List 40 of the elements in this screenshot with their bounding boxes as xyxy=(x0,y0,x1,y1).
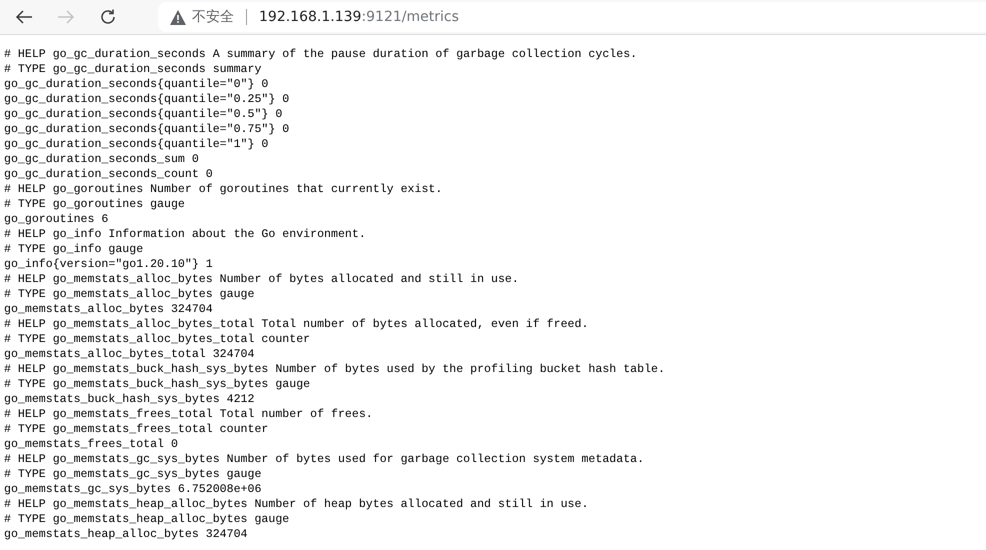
metric-line: go_memstats_heap_alloc_bytes 324704 xyxy=(4,527,249,542)
metric-line: go_gc_duration_seconds{quantile="1"} 0 xyxy=(4,137,270,152)
metric-line: go_gc_duration_seconds{quantile="0.75"} 0 xyxy=(4,122,290,137)
metric-line: # HELP go_info Information about the Go environment. xyxy=(4,227,367,242)
metric-line: go_gc_duration_seconds_count 0 xyxy=(4,167,214,182)
address-bar[interactable]: 不安全 192.168.1.139:9121/metrics xyxy=(158,2,986,32)
metric-line: # HELP go_memstats_buck_hash_sys_bytes Number of bytes used by the profiling bucket hash table. xyxy=(4,362,666,377)
metric-line: # HELP go_memstats_alloc_bytes Number of bytes allocated and still in use. xyxy=(4,272,520,287)
security-label: 不安全 xyxy=(192,8,234,26)
metric-line: go_goroutines 6 xyxy=(4,212,110,227)
metric-line: go_info{version="go1.20.10"} 1 xyxy=(4,257,214,272)
metric-line: # HELP go_gc_duration_seconds A summary of the pause duration of garbage collection cycles. xyxy=(4,47,638,62)
metric-line: go_gc_duration_seconds_sum 0 xyxy=(4,152,200,167)
metric-line: # HELP go_memstats_gc_sys_bytes Number of bytes used for garbage collection system metadata. xyxy=(4,452,646,467)
metric-line: # TYPE go_memstats_frees_total counter xyxy=(4,422,270,437)
metric-line: # HELP go_memstats_frees_total Total number of frees. xyxy=(4,407,374,422)
metric-line: # TYPE go_memstats_buck_hash_sys_bytes gauge xyxy=(4,377,312,392)
warning-icon xyxy=(170,10,186,24)
url-text: 192.168.1.139:9121/metrics xyxy=(259,9,459,25)
metric-line: go_memstats_alloc_bytes_total 324704 xyxy=(4,347,256,362)
metric-line: # HELP go_goroutines Number of goroutines that currently exist. xyxy=(4,182,444,197)
metric-line: go_gc_duration_seconds{quantile="0"} 0 xyxy=(4,77,270,92)
metric-line: # TYPE go_goroutines gauge xyxy=(4,197,186,212)
metric-line: go_memstats_frees_total 0 xyxy=(4,437,179,452)
metric-line: # TYPE go_memstats_alloc_bytes gauge xyxy=(4,287,256,302)
metric-line: # TYPE go_memstats_heap_alloc_bytes gauge xyxy=(4,512,290,527)
metric-line: go_memstats_alloc_bytes 324704 xyxy=(4,302,214,317)
metric-line: go_gc_duration_seconds{quantile="0.25"} 0 xyxy=(4,92,290,107)
metric-line: # TYPE go_memstats_gc_sys_bytes gauge xyxy=(4,467,262,482)
metric-line: # HELP go_memstats_alloc_bytes_total Total number of bytes allocated, even if freed. xyxy=(4,317,590,332)
metric-line: # HELP go_memstats_heap_alloc_bytes Number of heap bytes allocated and still in use. xyxy=(4,497,590,512)
forward-arrow-icon xyxy=(57,10,75,24)
metric-line: # TYPE go_info gauge xyxy=(4,242,144,257)
metric-line: go_gc_duration_seconds{quantile="0.5"} 0 xyxy=(4,107,284,122)
metric-line: go_memstats_buck_hash_sys_bytes 4212 xyxy=(4,392,256,407)
metric-line: go_memstats_gc_sys_bytes 6.752008e+06 xyxy=(4,482,262,497)
reload-icon xyxy=(99,8,117,26)
metric-line: # TYPE go_memstats_alloc_bytes_total counter xyxy=(4,332,312,347)
metric-line: # TYPE go_gc_duration_seconds summary xyxy=(4,62,262,77)
back-arrow-icon xyxy=(15,10,33,24)
